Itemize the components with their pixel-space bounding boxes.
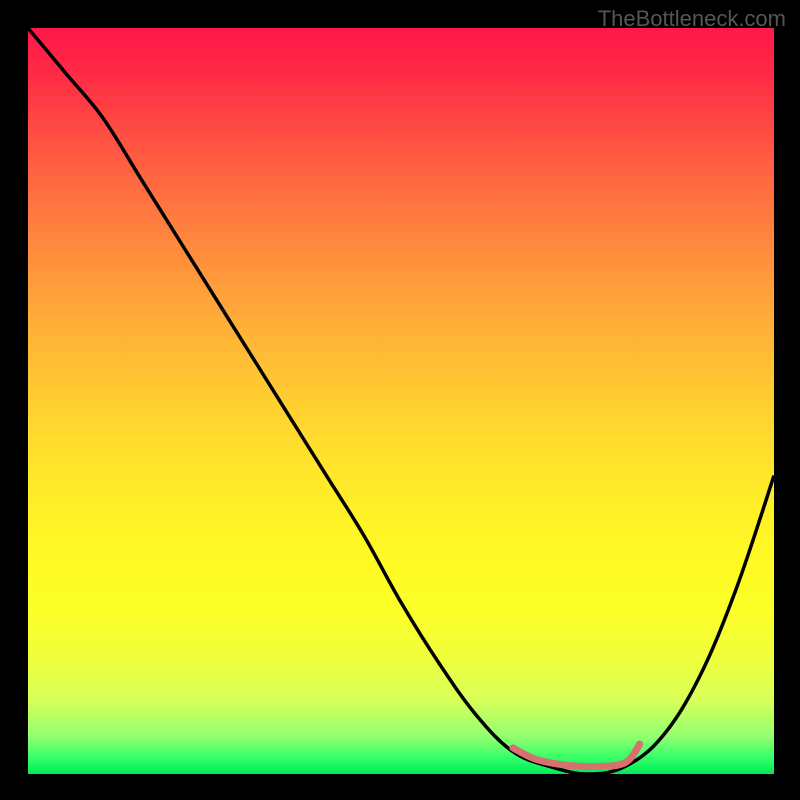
bottleneck-curve-line	[28, 28, 774, 774]
chart-svg	[28, 28, 774, 774]
watermark-text: TheBottleneck.com	[598, 6, 786, 32]
chart-plot-area	[28, 28, 774, 774]
optimal-range-marker	[513, 744, 640, 767]
